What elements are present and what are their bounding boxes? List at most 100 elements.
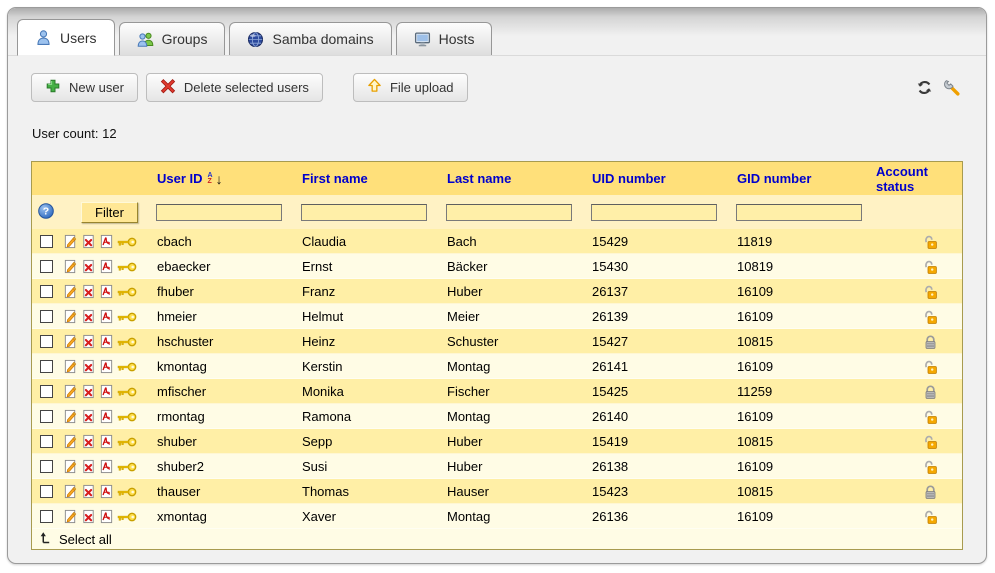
password-key-icon[interactable] bbox=[117, 361, 137, 373]
column-header-first-name[interactable]: First name bbox=[297, 171, 442, 186]
password-key-icon[interactable] bbox=[117, 486, 137, 498]
edit-icon[interactable] bbox=[63, 309, 78, 324]
edit-icon[interactable] bbox=[63, 259, 78, 274]
pdf-icon[interactable] bbox=[99, 259, 114, 274]
gid-number-text: 16109 bbox=[732, 409, 869, 424]
uid-number-text: 15427 bbox=[587, 334, 732, 349]
delete-selected-users-button[interactable]: Delete selected users bbox=[146, 73, 323, 102]
row-checkbox[interactable] bbox=[40, 485, 53, 498]
user-id-text: rmontag bbox=[152, 409, 297, 424]
delete-icon[interactable] bbox=[81, 509, 96, 524]
password-key-icon[interactable] bbox=[117, 286, 137, 298]
user-row[interactable]: shuber2 Susi Huber 26138 16109 bbox=[32, 454, 962, 479]
row-checkbox[interactable] bbox=[40, 310, 53, 323]
column-header-gid-number[interactable]: GID number bbox=[732, 171, 869, 186]
user-row[interactable]: ebaecker Ernst Bäcker 15430 10819 bbox=[32, 254, 962, 279]
password-key-icon[interactable] bbox=[117, 386, 137, 398]
pdf-icon[interactable] bbox=[99, 484, 114, 499]
filter-input-last-name[interactable] bbox=[446, 204, 572, 221]
row-checkbox[interactable] bbox=[40, 385, 53, 398]
filter-input-first-name[interactable] bbox=[301, 204, 427, 221]
row-checkbox[interactable] bbox=[40, 435, 53, 448]
delete-icon[interactable] bbox=[81, 384, 96, 399]
password-key-icon[interactable] bbox=[117, 461, 137, 473]
delete-icon[interactable] bbox=[81, 409, 96, 424]
column-header-account-status[interactable]: Account status bbox=[869, 164, 962, 194]
delete-icon[interactable] bbox=[81, 309, 96, 324]
delete-icon[interactable] bbox=[81, 459, 96, 474]
pdf-icon[interactable] bbox=[99, 309, 114, 324]
row-checkbox[interactable] bbox=[40, 510, 53, 523]
help-icon[interactable]: ? bbox=[38, 203, 54, 222]
password-key-icon[interactable] bbox=[117, 311, 137, 323]
user-row[interactable]: rmontag Ramona Montag 26140 16109 bbox=[32, 404, 962, 429]
edit-icon[interactable] bbox=[63, 284, 78, 299]
row-checkbox[interactable] bbox=[40, 460, 53, 473]
user-row[interactable]: kmontag Kerstin Montag 26141 16109 bbox=[32, 354, 962, 379]
row-checkbox[interactable] bbox=[40, 360, 53, 373]
delete-icon[interactable] bbox=[81, 484, 96, 499]
edit-icon[interactable] bbox=[63, 409, 78, 424]
password-key-icon[interactable] bbox=[117, 511, 137, 523]
select-all-link[interactable]: Select all bbox=[32, 529, 962, 549]
row-checkbox[interactable] bbox=[40, 285, 53, 298]
edit-icon[interactable] bbox=[63, 384, 78, 399]
row-checkbox[interactable] bbox=[40, 410, 53, 423]
filter-input-user-id[interactable] bbox=[156, 204, 282, 221]
edit-icon[interactable] bbox=[63, 484, 78, 499]
row-checkbox[interactable] bbox=[40, 335, 53, 348]
delete-icon[interactable] bbox=[81, 359, 96, 374]
password-key-icon[interactable] bbox=[117, 236, 137, 248]
pdf-icon[interactable] bbox=[99, 434, 114, 449]
filter-button[interactable]: Filter bbox=[81, 202, 138, 223]
delete-icon[interactable] bbox=[81, 234, 96, 249]
delete-icon[interactable] bbox=[81, 334, 96, 349]
user-row[interactable]: hmeier Helmut Meier 26139 16109 bbox=[32, 304, 962, 329]
column-header-last-name[interactable]: Last name bbox=[442, 171, 587, 186]
password-key-icon[interactable] bbox=[117, 261, 137, 273]
user-row[interactable]: xmontag Xaver Montag 26136 16109 bbox=[32, 504, 962, 529]
new-user-button[interactable]: New user bbox=[31, 73, 138, 102]
tab-users[interactable]: Users bbox=[17, 19, 115, 56]
password-key-icon[interactable] bbox=[117, 436, 137, 448]
user-row[interactable]: mfischer Monika Fischer 15425 11259 bbox=[32, 379, 962, 404]
edit-icon[interactable] bbox=[63, 459, 78, 474]
user-row[interactable]: thauser Thomas Hauser 15423 10815 bbox=[32, 479, 962, 504]
pdf-icon[interactable] bbox=[99, 509, 114, 524]
delete-icon[interactable] bbox=[81, 259, 96, 274]
pdf-icon[interactable] bbox=[99, 359, 114, 374]
refresh-icon[interactable] bbox=[916, 79, 933, 96]
pdf-icon[interactable] bbox=[99, 334, 114, 349]
filter-input-gid-number[interactable] bbox=[736, 204, 862, 221]
tab-hosts[interactable]: Hosts bbox=[396, 22, 493, 55]
row-checkbox[interactable] bbox=[40, 260, 53, 273]
edit-icon[interactable] bbox=[63, 234, 78, 249]
delete-icon[interactable] bbox=[81, 434, 96, 449]
user-row[interactable]: shuber Sepp Huber 15419 10815 bbox=[32, 429, 962, 454]
password-key-icon[interactable] bbox=[117, 411, 137, 423]
wrench-icon[interactable] bbox=[944, 79, 961, 96]
user-row[interactable]: hschuster Heinz Schuster 15427 10815 bbox=[32, 329, 962, 354]
user-row[interactable]: cbach Claudia Bach 15429 11819 bbox=[32, 229, 962, 254]
az-descending-sort-icon[interactable]: AZ bbox=[208, 173, 213, 185]
edit-icon[interactable] bbox=[63, 334, 78, 349]
filter-input-uid-number[interactable] bbox=[591, 204, 717, 221]
password-key-icon[interactable] bbox=[117, 336, 137, 348]
pdf-icon[interactable] bbox=[99, 284, 114, 299]
pdf-icon[interactable] bbox=[99, 234, 114, 249]
tab-groups[interactable]: Groups bbox=[119, 22, 226, 55]
pdf-icon[interactable] bbox=[99, 459, 114, 474]
edit-icon[interactable] bbox=[63, 434, 78, 449]
pdf-icon[interactable] bbox=[99, 384, 114, 399]
column-header-uid-number[interactable]: UID number bbox=[587, 171, 732, 186]
pdf-icon[interactable] bbox=[99, 409, 114, 424]
tab-samba-domains[interactable]: Samba domains bbox=[229, 22, 391, 55]
row-checkbox[interactable] bbox=[40, 235, 53, 248]
edit-icon[interactable] bbox=[63, 509, 78, 524]
edit-icon[interactable] bbox=[63, 359, 78, 374]
column-header-user-id[interactable]: User ID AZ ↓ bbox=[152, 171, 297, 186]
users-table: User ID AZ ↓ First name Last name UID nu… bbox=[31, 161, 963, 550]
user-row[interactable]: fhuber Franz Huber 26137 16109 bbox=[32, 279, 962, 304]
file-upload-button[interactable]: File upload bbox=[353, 73, 468, 102]
delete-icon[interactable] bbox=[81, 284, 96, 299]
